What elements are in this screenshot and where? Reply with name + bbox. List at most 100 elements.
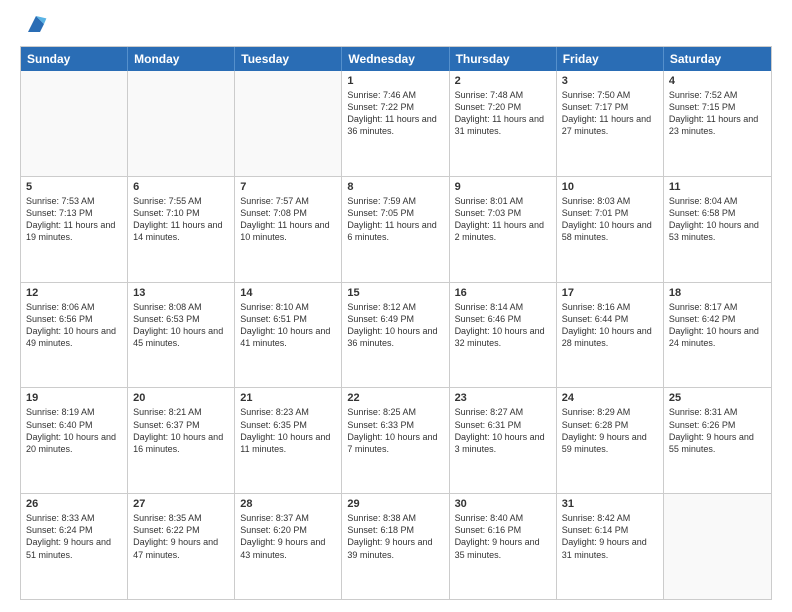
day-info: Sunrise: 8:03 AM Sunset: 7:01 PM Dayligh… <box>562 195 658 244</box>
calendar-cell: 23 Sunrise: 8:27 AM Sunset: 6:31 PM Dayli… <box>450 388 557 493</box>
day-info: Sunrise: 8:10 AM Sunset: 6:51 PM Dayligh… <box>240 301 336 350</box>
calendar-cell <box>664 494 771 599</box>
day-number: 28 <box>240 498 336 510</box>
day-info: Sunrise: 8:21 AM Sunset: 6:37 PM Dayligh… <box>133 406 229 455</box>
day-info: Sunrise: 8:37 AM Sunset: 6:20 PM Dayligh… <box>240 512 336 561</box>
day-number: 4 <box>669 75 766 87</box>
day-number: 3 <box>562 75 658 87</box>
day-header-tuesday: Tuesday <box>235 47 342 71</box>
day-number: 16 <box>455 287 551 299</box>
day-number: 22 <box>347 392 443 404</box>
day-info: Sunrise: 8:06 AM Sunset: 6:56 PM Dayligh… <box>26 301 122 350</box>
calendar-cell: 22 Sunrise: 8:25 AM Sunset: 6:33 PM Dayli… <box>342 388 449 493</box>
day-header-friday: Friday <box>557 47 664 71</box>
day-number: 20 <box>133 392 229 404</box>
day-info: Sunrise: 8:40 AM Sunset: 6:16 PM Dayligh… <box>455 512 551 561</box>
calendar-cell <box>21 71 128 176</box>
day-number: 30 <box>455 498 551 510</box>
calendar-cell: 25Sunrise: 8:31 AM Sunset: 6:26 PM Dayli… <box>664 388 771 493</box>
calendar-cell: 10 Sunrise: 8:03 AM Sunset: 7:01 PM Dayli… <box>557 177 664 282</box>
logo <box>20 16 48 36</box>
day-number: 21 <box>240 392 336 404</box>
day-info: Sunrise: 8:12 AM Sunset: 6:49 PM Dayligh… <box>347 301 443 350</box>
day-info: Sunrise: 8:04 AM Sunset: 6:58 PM Dayligh… <box>669 195 766 244</box>
day-number: 29 <box>347 498 443 510</box>
calendar-cell: 12 Sunrise: 8:06 AM Sunset: 6:56 PM Dayli… <box>21 283 128 388</box>
calendar-cell <box>128 71 235 176</box>
calendar-row-4: 26 Sunrise: 8:33 AM Sunset: 6:24 PM Dayli… <box>21 494 771 599</box>
calendar-cell: 20 Sunrise: 8:21 AM Sunset: 6:37 PM Dayli… <box>128 388 235 493</box>
day-info: Sunrise: 8:33 AM Sunset: 6:24 PM Dayligh… <box>26 512 122 561</box>
calendar-row-0: 1 Sunrise: 7:46 AM Sunset: 7:22 PM Daylig… <box>21 71 771 177</box>
day-number: 9 <box>455 181 551 193</box>
calendar-cell: 7 Sunrise: 7:57 AM Sunset: 7:08 PM Daylig… <box>235 177 342 282</box>
calendar-cell: 21 Sunrise: 8:23 AM Sunset: 6:35 PM Dayli… <box>235 388 342 493</box>
day-info: Sunrise: 7:46 AM Sunset: 7:22 PM Dayligh… <box>347 89 443 138</box>
day-number: 1 <box>347 75 443 87</box>
day-info: Sunrise: 7:55 AM Sunset: 7:10 PM Dayligh… <box>133 195 229 244</box>
day-header-monday: Monday <box>128 47 235 71</box>
calendar-cell: 2Sunrise: 7:48 AM Sunset: 7:20 PM Daylig… <box>450 71 557 176</box>
day-info: Sunrise: 8:42 AM Sunset: 6:14 PM Dayligh… <box>562 512 658 561</box>
day-number: 19 <box>26 392 122 404</box>
calendar-cell: 30 Sunrise: 8:40 AM Sunset: 6:16 PM Dayli… <box>450 494 557 599</box>
day-info: Sunrise: 8:19 AM Sunset: 6:40 PM Dayligh… <box>26 406 122 455</box>
day-number: 13 <box>133 287 229 299</box>
day-info: Sunrise: 8:16 AM Sunset: 6:44 PM Dayligh… <box>562 301 658 350</box>
calendar-cell <box>235 71 342 176</box>
calendar-cell: 5 Sunrise: 7:53 AM Sunset: 7:13 PM Daylig… <box>21 177 128 282</box>
calendar-cell: 19 Sunrise: 8:19 AM Sunset: 6:40 PM Dayli… <box>21 388 128 493</box>
day-number: 10 <box>562 181 658 193</box>
day-info: Sunrise: 8:35 AM Sunset: 6:22 PM Dayligh… <box>133 512 229 561</box>
day-info: Sunrise: 8:08 AM Sunset: 6:53 PM Dayligh… <box>133 301 229 350</box>
calendar-cell: 31Sunrise: 8:42 AM Sunset: 6:14 PM Dayli… <box>557 494 664 599</box>
day-info: Sunrise: 8:25 AM Sunset: 6:33 PM Dayligh… <box>347 406 443 455</box>
day-info: Sunrise: 8:23 AM Sunset: 6:35 PM Dayligh… <box>240 406 336 455</box>
day-number: 15 <box>347 287 443 299</box>
calendar-header: SundayMondayTuesdayWednesdayThursdayFrid… <box>21 47 771 71</box>
calendar-cell: 4Sunrise: 7:52 AM Sunset: 7:15 PM Daylig… <box>664 71 771 176</box>
calendar-row-1: 5 Sunrise: 7:53 AM Sunset: 7:13 PM Daylig… <box>21 177 771 283</box>
day-info: Sunrise: 7:53 AM Sunset: 7:13 PM Dayligh… <box>26 195 122 244</box>
day-info: Sunrise: 8:17 AM Sunset: 6:42 PM Dayligh… <box>669 301 766 350</box>
day-info: Sunrise: 7:48 AM Sunset: 7:20 PM Dayligh… <box>455 89 551 138</box>
day-number: 12 <box>26 287 122 299</box>
calendar-row-2: 12 Sunrise: 8:06 AM Sunset: 6:56 PM Dayli… <box>21 283 771 389</box>
day-info: Sunrise: 8:01 AM Sunset: 7:03 PM Dayligh… <box>455 195 551 244</box>
day-info: Sunrise: 7:59 AM Sunset: 7:05 PM Dayligh… <box>347 195 443 244</box>
day-number: 27 <box>133 498 229 510</box>
day-header-sunday: Sunday <box>21 47 128 71</box>
calendar-cell: 24Sunrise: 8:29 AM Sunset: 6:28 PM Dayli… <box>557 388 664 493</box>
day-number: 23 <box>455 392 551 404</box>
day-number: 26 <box>26 498 122 510</box>
calendar: SundayMondayTuesdayWednesdayThursdayFrid… <box>20 46 772 600</box>
calendar-cell: 11Sunrise: 8:04 AM Sunset: 6:58 PM Dayli… <box>664 177 771 282</box>
day-number: 5 <box>26 181 122 193</box>
calendar-cell: 26 Sunrise: 8:33 AM Sunset: 6:24 PM Dayli… <box>21 494 128 599</box>
calendar-cell: 17 Sunrise: 8:16 AM Sunset: 6:44 PM Dayli… <box>557 283 664 388</box>
calendar-cell: 9 Sunrise: 8:01 AM Sunset: 7:03 PM Daylig… <box>450 177 557 282</box>
day-info: Sunrise: 8:14 AM Sunset: 6:46 PM Dayligh… <box>455 301 551 350</box>
day-info: Sunrise: 8:27 AM Sunset: 6:31 PM Dayligh… <box>455 406 551 455</box>
day-info: Sunrise: 7:57 AM Sunset: 7:08 PM Dayligh… <box>240 195 336 244</box>
calendar-cell: 27 Sunrise: 8:35 AM Sunset: 6:22 PM Dayli… <box>128 494 235 599</box>
calendar-cell: 1 Sunrise: 7:46 AM Sunset: 7:22 PM Daylig… <box>342 71 449 176</box>
day-header-saturday: Saturday <box>664 47 771 71</box>
day-info: Sunrise: 8:31 AM Sunset: 6:26 PM Dayligh… <box>669 406 766 455</box>
calendar-cell: 18Sunrise: 8:17 AM Sunset: 6:42 PM Dayli… <box>664 283 771 388</box>
calendar-cell: 13 Sunrise: 8:08 AM Sunset: 6:53 PM Dayli… <box>128 283 235 388</box>
calendar-cell: 28 Sunrise: 8:37 AM Sunset: 6:20 PM Dayli… <box>235 494 342 599</box>
day-number: 7 <box>240 181 336 193</box>
calendar-cell: 14Sunrise: 8:10 AM Sunset: 6:51 PM Dayli… <box>235 283 342 388</box>
day-number: 6 <box>133 181 229 193</box>
day-info: Sunrise: 7:50 AM Sunset: 7:17 PM Dayligh… <box>562 89 658 138</box>
calendar-cell: 6 Sunrise: 7:55 AM Sunset: 7:10 PM Daylig… <box>128 177 235 282</box>
day-number: 17 <box>562 287 658 299</box>
header <box>20 16 772 36</box>
calendar-cell: 3 Sunrise: 7:50 AM Sunset: 7:17 PM Daylig… <box>557 71 664 176</box>
calendar-row-3: 19 Sunrise: 8:19 AM Sunset: 6:40 PM Dayli… <box>21 388 771 494</box>
page: SundayMondayTuesdayWednesdayThursdayFrid… <box>0 0 792 612</box>
calendar-cell: 29 Sunrise: 8:38 AM Sunset: 6:18 PM Dayli… <box>342 494 449 599</box>
day-info: Sunrise: 8:38 AM Sunset: 6:18 PM Dayligh… <box>347 512 443 561</box>
calendar-cell: 16 Sunrise: 8:14 AM Sunset: 6:46 PM Dayli… <box>450 283 557 388</box>
